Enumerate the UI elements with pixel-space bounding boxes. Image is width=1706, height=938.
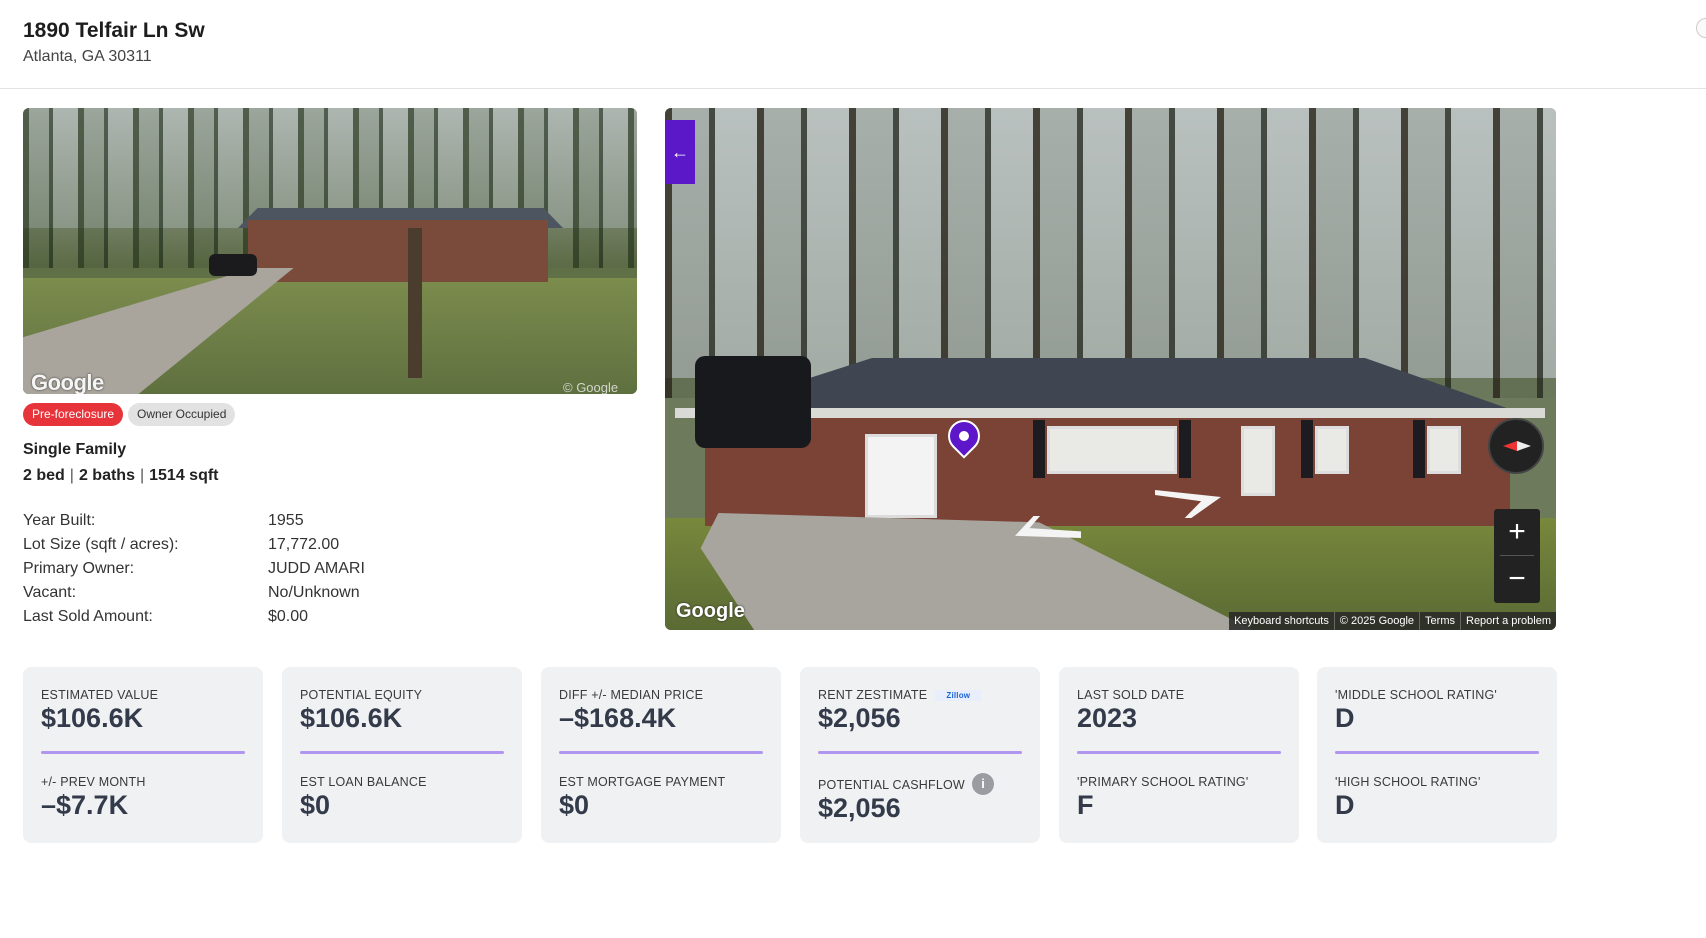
stat-label: EST LOAN BALANCE — [300, 775, 427, 789]
fact-row: Lot Size (sqft / acres): 17,772.00 — [23, 536, 583, 560]
stat-label: EST MORTGAGE PAYMENT — [559, 775, 726, 789]
stat-divider — [1077, 751, 1281, 754]
stat-card-school-ratings: 'MIDDLE SCHOOL RATING' D 'HIGH SCHOOL RA… — [1317, 667, 1557, 843]
report-problem-link[interactable]: Report a problem — [1460, 612, 1556, 630]
stat-card-potential-equity: POTENTIAL EQUITY $106.6K EST LOAN BALANC… — [282, 667, 522, 843]
photo-copyright: © Google — [563, 380, 619, 394]
property-specs: 2 bed | 2 baths | 1514 sqft — [23, 467, 219, 485]
stat-label: ESTIMATED VALUE — [41, 688, 159, 702]
stat-label: 'MIDDLE SCHOOL RATING' — [1335, 688, 1497, 702]
stat-value: $0 — [559, 790, 590, 820]
fact-value: 1955 — [268, 512, 304, 529]
terms-link[interactable]: Terms — [1419, 612, 1460, 630]
keyboard-shortcuts-link[interactable]: Keyboard shortcuts — [1229, 612, 1334, 630]
fact-row: Vacant: No/Unknown — [23, 584, 583, 608]
address-title: 1890 Telfair Ln Sw — [23, 19, 205, 42]
stat-divider — [41, 751, 245, 754]
property-facts: Year Built: 1955 Lot Size (sqft / acres)… — [23, 512, 583, 632]
stat-card-last-sold-date: LAST SOLD DATE 2023 'PRIMARY SCHOOL RATI… — [1059, 667, 1299, 843]
fact-row: Last Sold Amount: $0.00 — [23, 608, 583, 632]
status-badge-preforeclosure: Pre-foreclosure — [23, 403, 124, 426]
stat-label: POTENTIAL EQUITY — [300, 688, 423, 702]
stat-value: $106.6K — [41, 703, 144, 733]
stat-label: POTENTIAL CASHFLOW — [818, 778, 965, 792]
fact-label: Last Sold Amount: — [23, 608, 153, 625]
photo-google-watermark: Google — [31, 370, 104, 394]
stat-card-median-diff: DIFF +/- MEDIAN PRICE –$168.4K EST MORTG… — [541, 667, 781, 843]
stat-card-estimated-value: ESTIMATED VALUE $106.6K +/- PREV MONTH –… — [23, 667, 263, 843]
street-view-panel[interactable]: ← + − Google Keyboard shortcuts © 2025 G… — [665, 108, 1556, 630]
stat-label: 'HIGH SCHOOL RATING' — [1335, 775, 1481, 789]
zillow-logo: Zillow — [935, 690, 982, 702]
zoom-in-button[interactable]: + — [1494, 509, 1540, 555]
stat-divider — [300, 751, 504, 754]
stat-divider — [559, 751, 763, 754]
stat-value: D — [1335, 703, 1355, 733]
fact-row: Primary Owner: JUDD AMARI — [23, 560, 583, 584]
fact-label: Year Built: — [23, 512, 96, 529]
fact-value: No/Unknown — [268, 584, 360, 601]
zoom-controls: + − — [1494, 509, 1540, 603]
spec-separator: | — [69, 467, 74, 484]
info-icon[interactable]: i — [972, 773, 994, 795]
fact-label: Lot Size (sqft / acres): — [23, 536, 179, 553]
stat-value: $2,056 — [818, 703, 901, 733]
property-type: Single Family — [23, 441, 127, 458]
fact-row: Year Built: 1955 — [23, 512, 583, 536]
status-badge-owner-occupied: Owner Occupied — [128, 403, 236, 426]
stat-value: D — [1335, 790, 1355, 820]
stat-label-text: RENT ZESTIMATE — [818, 688, 928, 702]
page-header: 1890 Telfair Ln Sw Atlanta, GA 30311 — [0, 0, 1706, 89]
edge-control[interactable] — [1696, 18, 1706, 38]
compass-icon[interactable] — [1488, 418, 1544, 474]
back-arrow-button[interactable]: ← — [665, 120, 695, 184]
stat-value: 2023 — [1077, 703, 1138, 733]
fact-value: JUDD AMARI — [268, 560, 365, 577]
stat-label: RENT ZESTIMATE Zillow — [818, 688, 982, 702]
stat-label: DIFF +/- MEDIAN PRICE — [559, 688, 704, 702]
beds: 2 bed — [23, 467, 65, 484]
stat-value: –$7.7K — [41, 790, 129, 820]
stat-label: +/- PREV MONTH — [41, 775, 146, 789]
stat-divider — [1335, 751, 1539, 754]
fact-label: Primary Owner: — [23, 560, 135, 577]
spec-separator: | — [139, 467, 145, 484]
stat-card-rent-zestimate: RENT ZESTIMATE Zillow $2,056 POTENTIAL CA… — [800, 667, 1040, 843]
fact-label: Vacant: — [23, 584, 77, 601]
stat-value: F — [1077, 790, 1094, 820]
stat-label: 'PRIMARY SCHOOL RATING' — [1077, 775, 1249, 789]
fact-value: 17,772.00 — [268, 536, 340, 553]
property-photo: Google © Google — [23, 108, 637, 394]
stat-value: –$168.4K — [559, 703, 677, 733]
stat-value: $106.6K — [300, 703, 403, 733]
stat-label: LAST SOLD DATE — [1077, 688, 1185, 702]
address-city-state-zip: Atlanta, GA 30311 — [23, 48, 152, 65]
stat-value: $2,056 — [818, 793, 901, 823]
zoom-out-button[interactable]: − — [1494, 556, 1540, 602]
google-logo: Google — [676, 600, 745, 622]
baths: 2 baths — [78, 467, 135, 484]
map-attribution: Keyboard shortcuts © 2025 Google Terms R… — [1229, 612, 1556, 630]
copyright-text: © 2025 Google — [1333, 612, 1419, 630]
fact-value: $0.00 — [268, 608, 309, 625]
stat-value: $0 — [300, 790, 331, 820]
stat-divider — [818, 751, 1022, 754]
sqft: 1514 sqft — [149, 467, 219, 484]
